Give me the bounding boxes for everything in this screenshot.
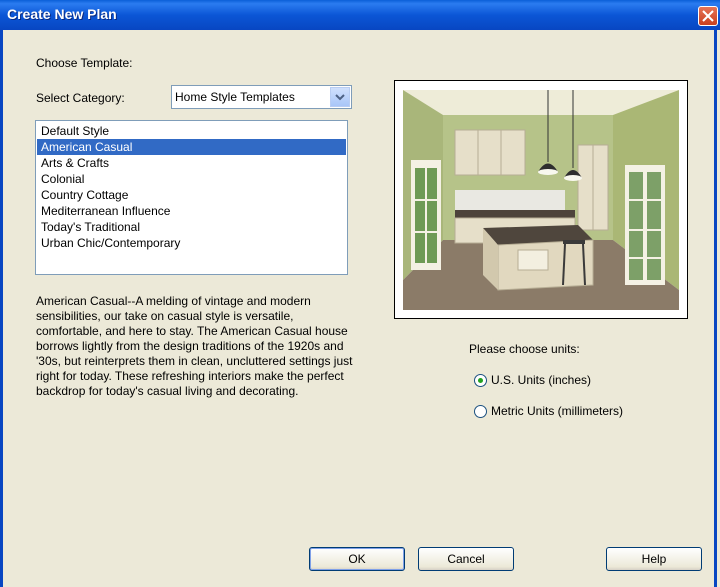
ok-button[interactable]: OK — [309, 547, 405, 571]
radio-us-units-label: U.S. Units (inches) — [491, 373, 592, 387]
window-title: Create New Plan — [7, 6, 117, 22]
radio-metric-units[interactable]: Metric Units (millimeters) — [474, 404, 623, 418]
radio-button-icon — [474, 404, 487, 418]
list-item[interactable]: Arts & Crafts — [37, 155, 346, 171]
radio-metric-units-label: Metric Units (millimeters) — [491, 404, 623, 418]
list-item[interactable]: Default Style — [37, 123, 346, 139]
title-bar: Create New Plan — [0, 0, 720, 30]
cancel-button[interactable]: Cancel — [418, 547, 514, 571]
list-item[interactable]: Today's Traditional — [37, 219, 346, 235]
template-list[interactable]: Default Style American Casual Arts & Craft… — [35, 120, 348, 275]
choose-template-label: Choose Template: — [36, 56, 133, 70]
template-description: American Casual--A melding of vintage an… — [36, 294, 353, 398]
units-label: Please choose units: — [469, 342, 580, 356]
list-item[interactable]: Urban Chic/Contemporary — [37, 235, 346, 251]
dropdown-button[interactable] — [330, 87, 350, 107]
template-preview-image — [394, 80, 688, 319]
list-item[interactable]: Colonial — [37, 171, 346, 187]
category-select[interactable]: Home Style Templates — [171, 85, 352, 109]
category-select-value: Home Style Templates — [175, 90, 295, 104]
kitchen-preview-picture — [403, 90, 679, 310]
radio-button-icon — [474, 373, 487, 387]
close-button[interactable] — [698, 6, 718, 26]
chevron-down-icon — [335, 94, 345, 101]
list-item[interactable]: Mediterranean Influence — [37, 203, 346, 219]
list-item[interactable]: Country Cottage — [37, 187, 346, 203]
radio-us-units[interactable]: U.S. Units (inches) — [474, 373, 591, 387]
category-label: Select Category: — [36, 91, 125, 105]
help-button[interactable]: Help — [606, 547, 702, 571]
close-icon — [702, 10, 714, 22]
list-item[interactable]: American Casual — [37, 139, 346, 155]
